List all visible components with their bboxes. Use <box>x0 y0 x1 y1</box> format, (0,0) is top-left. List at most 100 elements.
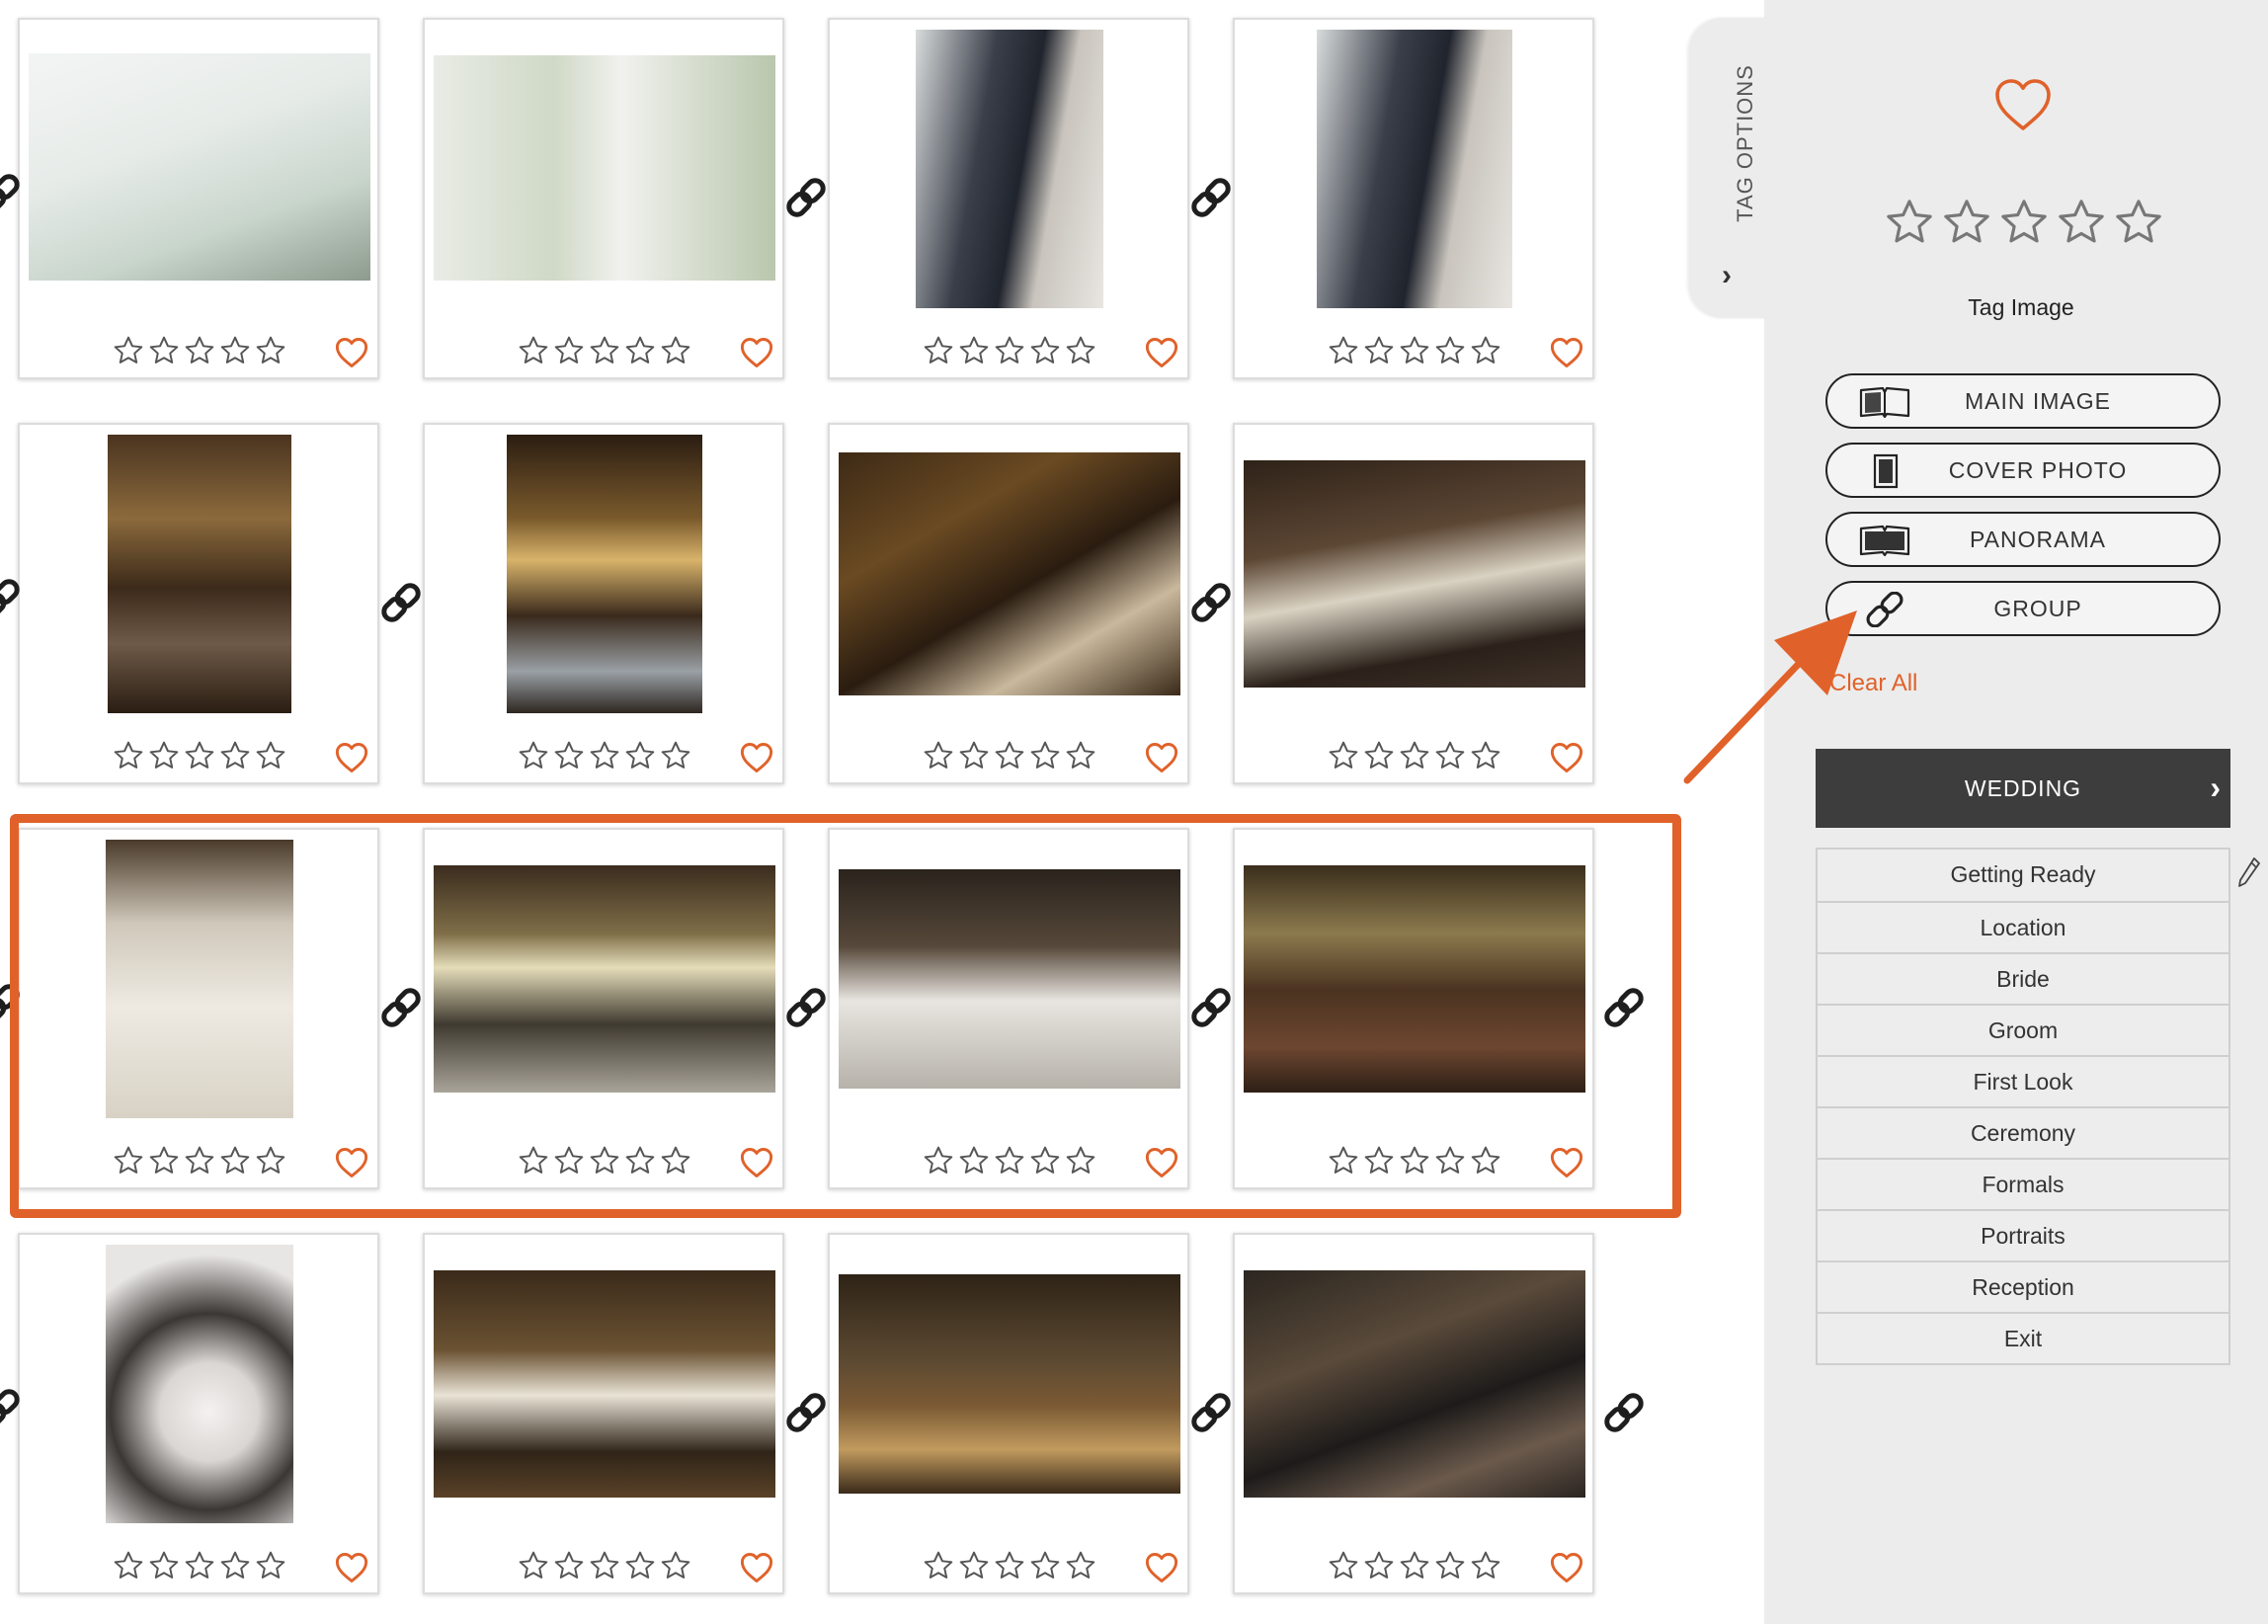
main-image-button[interactable]: MAIN IMAGE <box>1825 373 2221 429</box>
heart-icon[interactable] <box>334 741 369 774</box>
star-icon[interactable] <box>1940 196 1993 249</box>
category-item-reception[interactable]: Reception <box>1818 1260 2228 1312</box>
category-item-getting-ready[interactable]: Getting Ready <box>1818 850 2228 901</box>
star-icon[interactable] <box>922 739 955 774</box>
star-icon[interactable] <box>2055 196 2108 249</box>
link-icon[interactable] <box>1185 1387 1237 1438</box>
photo-thumbnail[interactable] <box>108 435 291 713</box>
star-rating[interactable] <box>922 1549 1097 1584</box>
star-icon[interactable] <box>1362 334 1396 369</box>
star-icon[interactable] <box>1398 334 1431 369</box>
star-rating[interactable] <box>922 739 1097 774</box>
star-rating[interactable] <box>517 1549 692 1584</box>
star-icon[interactable] <box>588 739 621 774</box>
star-icon[interactable] <box>552 1549 586 1584</box>
link-icon[interactable] <box>1185 577 1237 628</box>
category-header-wedding[interactable]: WEDDING › <box>1816 749 2230 828</box>
star-icon[interactable] <box>1064 334 1097 369</box>
photo-card[interactable] <box>1233 1233 1594 1594</box>
photo-thumbnail[interactable] <box>1317 30 1512 308</box>
star-icon[interactable] <box>588 1549 621 1584</box>
photo-thumbnail[interactable] <box>434 1270 775 1498</box>
heart-icon[interactable] <box>1549 336 1584 369</box>
star-icon[interactable] <box>1433 1549 1467 1584</box>
star-icon[interactable] <box>1433 739 1467 774</box>
star-icon[interactable] <box>517 1549 550 1584</box>
photo-card[interactable] <box>1233 18 1594 379</box>
star-icon[interactable] <box>254 334 287 369</box>
star-icon[interactable] <box>1064 739 1097 774</box>
category-item-groom[interactable]: Groom <box>1818 1004 2228 1055</box>
link-icon[interactable] <box>0 573 26 624</box>
photo-thumbnail[interactable] <box>839 1274 1180 1494</box>
heart-icon[interactable] <box>334 336 369 369</box>
star-icon[interactable] <box>957 739 991 774</box>
heart-icon[interactable] <box>1549 741 1584 774</box>
star-rating[interactable] <box>112 334 287 369</box>
star-icon[interactable] <box>922 334 955 369</box>
star-icon[interactable] <box>993 739 1026 774</box>
photo-thumbnail[interactable] <box>434 55 775 281</box>
star-icon[interactable] <box>183 1549 216 1584</box>
chevron-right-icon[interactable]: › <box>2210 749 2221 828</box>
heart-icon[interactable] <box>1144 336 1179 369</box>
chevron-right-icon[interactable]: › <box>1717 259 1737 292</box>
star-icon[interactable] <box>1064 1549 1097 1584</box>
star-icon[interactable] <box>993 334 1026 369</box>
star-icon[interactable] <box>1327 739 1360 774</box>
photo-card[interactable] <box>18 1233 379 1594</box>
photo-card[interactable] <box>828 423 1189 784</box>
cover-photo-button[interactable]: COVER PHOTO <box>1825 443 2221 498</box>
category-item-formals[interactable]: Formals <box>1818 1158 2228 1209</box>
star-icon[interactable] <box>147 739 181 774</box>
star-rating[interactable] <box>112 739 287 774</box>
category-item-location[interactable]: Location <box>1818 901 2228 952</box>
star-icon[interactable] <box>1362 1549 1396 1584</box>
panorama-button[interactable]: PANORAMA <box>1825 512 2221 567</box>
star-icon[interactable] <box>254 1549 287 1584</box>
star-icon[interactable] <box>623 1549 657 1584</box>
star-icon[interactable] <box>957 1549 991 1584</box>
category-item-ceremony[interactable]: Ceremony <box>1818 1106 2228 1158</box>
category-item-bride[interactable]: Bride <box>1818 952 2228 1004</box>
panel-star-rating[interactable] <box>1883 196 2165 249</box>
star-rating[interactable] <box>1327 1549 1502 1584</box>
pencil-icon[interactable] <box>2236 855 2262 889</box>
link-icon[interactable] <box>0 168 26 219</box>
photo-thumbnail[interactable] <box>1244 460 1585 688</box>
star-icon[interactable] <box>1028 334 1062 369</box>
photo-card[interactable] <box>423 1233 784 1594</box>
link-icon[interactable] <box>0 1383 26 1434</box>
photo-card[interactable] <box>1233 423 1594 784</box>
photo-card[interactable] <box>828 18 1189 379</box>
star-icon[interactable] <box>183 334 216 369</box>
star-icon[interactable] <box>588 334 621 369</box>
star-icon[interactable] <box>1028 1549 1062 1584</box>
photo-thumbnail[interactable] <box>507 435 702 713</box>
photo-card[interactable] <box>423 423 784 784</box>
heart-icon[interactable] <box>1991 75 2055 134</box>
photo-card[interactable] <box>423 18 784 379</box>
star-icon[interactable] <box>623 739 657 774</box>
star-icon[interactable] <box>147 1549 181 1584</box>
photo-thumbnail[interactable] <box>1244 1270 1585 1498</box>
star-icon[interactable] <box>659 1549 692 1584</box>
star-icon[interactable] <box>1327 1549 1360 1584</box>
star-icon[interactable] <box>2112 196 2165 249</box>
star-icon[interactable] <box>517 739 550 774</box>
star-icon[interactable] <box>218 334 252 369</box>
photo-card[interactable] <box>18 18 379 379</box>
heart-icon[interactable] <box>1144 741 1179 774</box>
star-icon[interactable] <box>1883 196 1936 249</box>
star-rating[interactable] <box>1327 739 1502 774</box>
photo-thumbnail[interactable] <box>106 1245 293 1523</box>
photo-thumbnail[interactable] <box>916 30 1103 308</box>
photo-card[interactable] <box>828 1233 1189 1594</box>
link-icon[interactable] <box>1185 172 1237 223</box>
star-rating[interactable] <box>112 1549 287 1584</box>
star-icon[interactable] <box>552 739 586 774</box>
heart-icon[interactable] <box>739 741 774 774</box>
star-rating[interactable] <box>922 334 1097 369</box>
star-icon[interactable] <box>623 334 657 369</box>
star-icon[interactable] <box>1469 1549 1502 1584</box>
